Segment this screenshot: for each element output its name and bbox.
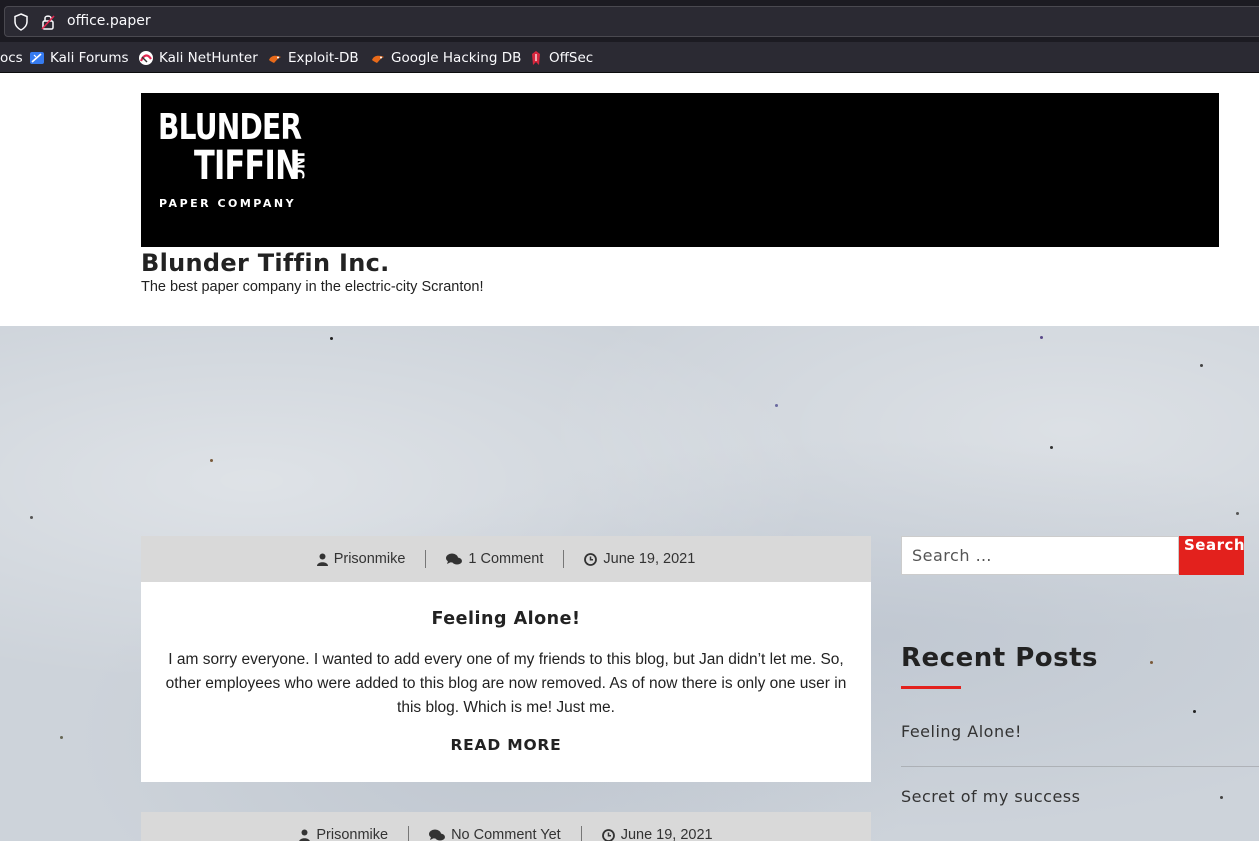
bookmarks-toolbar: ocs Kali Forums Kali NetHunter Exploit-D…	[0, 42, 1259, 73]
author-name[interactable]: Prisonmike	[334, 551, 406, 567]
browser-toolbar: office.paper	[0, 0, 1259, 42]
url-text[interactable]: office.paper	[67, 13, 151, 29]
comments-icon	[446, 553, 463, 564]
site-logo[interactable]: BLUNDER TIFFIN INC PAPER COMPANY	[158, 109, 330, 215]
comment-count[interactable]: No Comment Yet	[451, 827, 561, 841]
paper-speck	[1193, 710, 1196, 713]
user-icon	[316, 553, 328, 566]
recent-divider	[901, 766, 1259, 767]
logo-inc: INC	[290, 152, 306, 180]
comment-count[interactable]: 1 Comment	[468, 551, 543, 567]
paper-speck	[775, 404, 778, 407]
date-text[interactable]: June 19, 2021	[621, 827, 713, 841]
paper-speck	[1150, 661, 1153, 664]
heading-underline	[901, 686, 961, 689]
paper-speck	[1200, 364, 1203, 367]
post-title[interactable]: Feeling Alone!	[141, 609, 871, 629]
bookmark-docs[interactable]: ocs	[0, 48, 23, 68]
clock-icon	[601, 828, 615, 841]
author-name[interactable]: Prisonmike	[316, 827, 388, 841]
paper-speck	[1040, 336, 1043, 339]
paper-speck	[60, 736, 63, 739]
bookmark-label: OffSec	[549, 50, 594, 66]
post-comments[interactable]: No Comment Yet	[409, 827, 581, 841]
post-meta-bar: Prisonmike 1 Comment June 19, 2021	[141, 536, 871, 582]
paper-speck	[330, 337, 333, 340]
bookmark-label: Exploit-DB	[288, 50, 359, 66]
bookmark-label: Google Hacking DB	[391, 50, 522, 66]
paper-speck	[30, 516, 33, 519]
post-card: Feeling Alone! I am sorry everyone. I wa…	[141, 582, 871, 782]
offsec-icon	[532, 51, 540, 65]
kali-nethunter-icon	[139, 51, 153, 65]
bookmark-label: ocs	[0, 50, 23, 66]
post-author[interactable]: Prisonmike	[279, 827, 408, 841]
kali-forums-icon	[30, 52, 44, 64]
web-page: BLUNDER TIFFIN INC PAPER COMPANY Blunder…	[0, 73, 1259, 841]
google-hacking-db-icon	[372, 55, 384, 63]
header-banner[interactable]: BLUNDER TIFFIN INC PAPER COMPANY	[141, 93, 1219, 247]
recent-post-link[interactable]: Feeling Alone!	[901, 722, 1022, 741]
bookmark-exploit-db[interactable]: Exploit-DB	[267, 48, 359, 68]
paper-speck	[1050, 446, 1053, 449]
lock-insecure-icon[interactable]	[40, 13, 56, 31]
post-author[interactable]: Prisonmike	[297, 551, 426, 567]
user-icon	[299, 829, 311, 841]
paper-speck	[210, 459, 213, 462]
bookmark-google-hacking-db[interactable]: Google Hacking DB	[370, 48, 521, 68]
logo-line-1: BLUNDER	[158, 107, 302, 148]
clock-icon	[584, 552, 598, 566]
exploit-db-icon	[269, 55, 281, 63]
recent-post-link[interactable]: Secret of my success	[901, 787, 1080, 806]
post-excerpt: I am sorry everyone. I wanted to add eve…	[165, 651, 847, 716]
bookmark-label: Kali Forums	[50, 50, 129, 66]
post-date[interactable]: June 19, 2021	[582, 827, 733, 841]
address-bar[interactable]: office.paper	[4, 6, 1259, 37]
site-description: The best paper company in the electric-c…	[141, 279, 484, 295]
date-text[interactable]: June 19, 2021	[603, 551, 695, 567]
post-date[interactable]: June 19, 2021	[564, 551, 715, 567]
bookmark-offsec[interactable]: OffSec	[528, 48, 593, 68]
search-input[interactable]: Search …	[901, 536, 1179, 575]
read-more-link[interactable]: READ MORE	[141, 736, 871, 754]
paper-speck	[1236, 512, 1239, 515]
bookmark-kali-forums[interactable]: Kali Forums	[29, 48, 129, 68]
post-comments[interactable]: 1 Comment	[426, 551, 563, 567]
shield-icon[interactable]	[13, 13, 29, 31]
bookmark-kali-nethunter[interactable]: Kali NetHunter	[138, 48, 258, 68]
recent-posts-heading: Recent Posts	[901, 643, 1098, 673]
logo-line-2: TIFFIN	[194, 143, 301, 189]
logo-line-3: PAPER COMPANY	[159, 197, 297, 210]
site-title[interactable]: Blunder Tiffin Inc.	[141, 249, 390, 277]
comments-icon	[429, 829, 446, 840]
bookmark-label: Kali NetHunter	[159, 50, 258, 66]
search-button[interactable]: Search	[1179, 536, 1244, 575]
paper-speck	[1220, 796, 1223, 799]
post-meta-bar: Prisonmike No Comment Yet June 19, 2021	[141, 812, 871, 841]
